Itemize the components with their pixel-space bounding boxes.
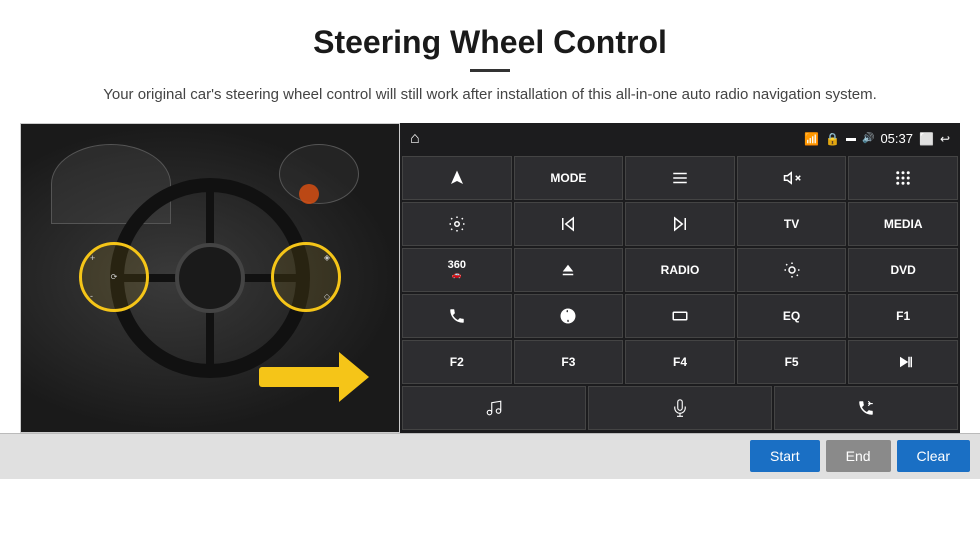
rectangle-button[interactable] — [625, 294, 735, 338]
lock-icon: 🔒 — [825, 132, 840, 146]
nav-button[interactable] — [402, 156, 512, 200]
play-pause-button[interactable] — [848, 340, 958, 384]
steering-image: + - ⟳ ◈ ◇ — [20, 123, 400, 433]
title-divider — [470, 69, 510, 72]
swirl-button[interactable] — [514, 294, 624, 338]
page-subtitle: Your original car's steering wheel contr… — [0, 84, 980, 107]
settings-button[interactable] — [402, 202, 512, 246]
sd-icon: ▬ — [846, 133, 856, 144]
clear-button[interactable]: Clear — [897, 440, 970, 472]
eq-button[interactable]: EQ — [737, 294, 847, 338]
control-panel: ⌂ 📶 🔒 ▬ 🔊 05:37 ⬜ ↩ MODE — [400, 123, 960, 433]
f1-button[interactable]: F1 — [848, 294, 958, 338]
f3-button[interactable]: F3 — [514, 340, 624, 384]
steering-bg: + - ⟳ ◈ ◇ — [21, 124, 399, 432]
end-button[interactable]: End — [826, 440, 891, 472]
radio-button[interactable]: RADIO — [625, 248, 735, 292]
apps-button[interactable] — [848, 156, 958, 200]
tv-button[interactable]: TV — [737, 202, 847, 246]
next-button[interactable] — [625, 202, 735, 246]
mic-button[interactable] — [588, 386, 772, 430]
home-icon[interactable]: ⌂ — [410, 130, 420, 148]
list-button[interactable] — [625, 156, 735, 200]
dvd-button[interactable]: DVD — [848, 248, 958, 292]
phone-button[interactable] — [402, 294, 512, 338]
360-button[interactable]: 360 🚗 — [402, 248, 512, 292]
page-title: Steering Wheel Control — [0, 0, 980, 61]
bt-icon: 🔊 — [862, 133, 874, 144]
screen-icon: ⬜ — [919, 132, 934, 146]
panel-statusbar: ⌂ 📶 🔒 ▬ 🔊 05:37 ⬜ ↩ — [400, 123, 960, 155]
mute-button[interactable] — [737, 156, 847, 200]
start-button[interactable]: Start — [750, 440, 820, 472]
f2-button[interactable]: F2 — [402, 340, 512, 384]
time-display: 05:37 — [880, 131, 913, 146]
music-button[interactable] — [402, 386, 586, 430]
media-button[interactable]: MEDIA — [848, 202, 958, 246]
content-area: + - ⟳ ◈ ◇ ⌂ 📶 🔒 — [20, 123, 960, 433]
f4-button[interactable]: F4 — [625, 340, 735, 384]
brightness-button[interactable] — [737, 248, 847, 292]
wifi-icon: 📶 — [804, 132, 819, 146]
mode-button[interactable]: MODE — [514, 156, 624, 200]
prev-button[interactable] — [514, 202, 624, 246]
back-icon[interactable]: ↩ — [940, 132, 950, 146]
status-right: 📶 🔒 ▬ 🔊 05:37 ⬜ ↩ — [804, 131, 950, 146]
f5-button[interactable]: F5 — [737, 340, 847, 384]
bottom-bar: Start End Clear — [0, 433, 980, 479]
eject-button[interactable] — [514, 248, 624, 292]
phone-answer-button[interactable] — [774, 386, 958, 430]
